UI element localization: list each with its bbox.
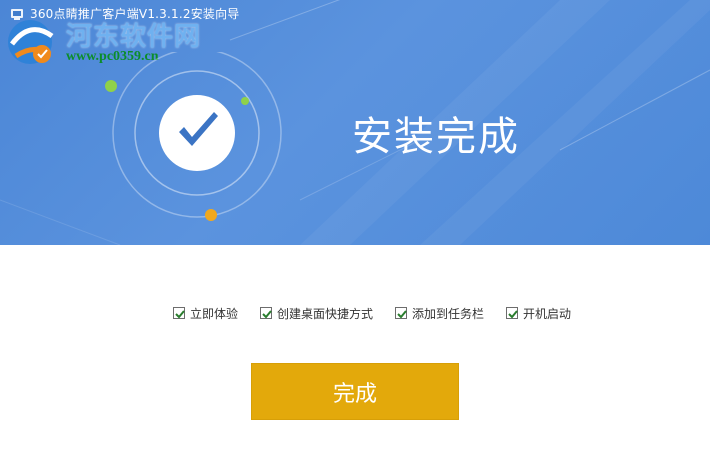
desktop-shortcut-checkbox[interactable] (260, 307, 273, 319)
option-desktop-shortcut[interactable]: 创建桌面快捷方式 (260, 305, 373, 322)
completion-banner: 360点睛推广客户端V1.3.1.2安装向导 河东软件网 www.pc0359.… (0, 0, 710, 245)
pin-taskbar-checkbox[interactable] (395, 307, 408, 319)
pin-taskbar-label: 添加到任务栏 (412, 306, 485, 321)
orbit-orange-dot (205, 209, 217, 221)
watermark-logo (8, 20, 54, 64)
desktop-shortcut-label: 创建桌面快捷方式 (277, 306, 374, 321)
checkmark-icon (508, 310, 518, 319)
option-pin-taskbar[interactable]: 添加到任务栏 (395, 305, 484, 322)
checkmark-icon (175, 310, 185, 319)
post-install-options: 立即体验 创建桌面快捷方式 添加到任务栏 开机启动 (173, 304, 571, 322)
installer-window: 360点睛推广客户端V1.3.1.2安装向导 河东软件网 www.pc0359.… (0, 0, 710, 470)
run-at-startup-label: 开机启动 (523, 306, 572, 321)
watermark-site-name: 河东软件网 (66, 22, 202, 52)
success-orbit-graphic (105, 52, 282, 221)
checkmark-icon (262, 310, 272, 319)
orbit-small-green-dot (241, 97, 249, 105)
completion-headline: 安装完成 (352, 114, 520, 160)
finish-button[interactable]: 完成 (251, 363, 459, 420)
launch-now-checkbox[interactable] (173, 307, 185, 319)
option-run-at-startup[interactable]: 开机启动 (506, 305, 571, 322)
run-at-startup-checkbox[interactable] (506, 307, 519, 319)
launch-now-label: 立即体验 (190, 306, 239, 321)
checkmark-icon (397, 310, 407, 319)
option-launch-now[interactable]: 立即体验 (173, 305, 238, 322)
orbit-green-dot (105, 80, 117, 92)
